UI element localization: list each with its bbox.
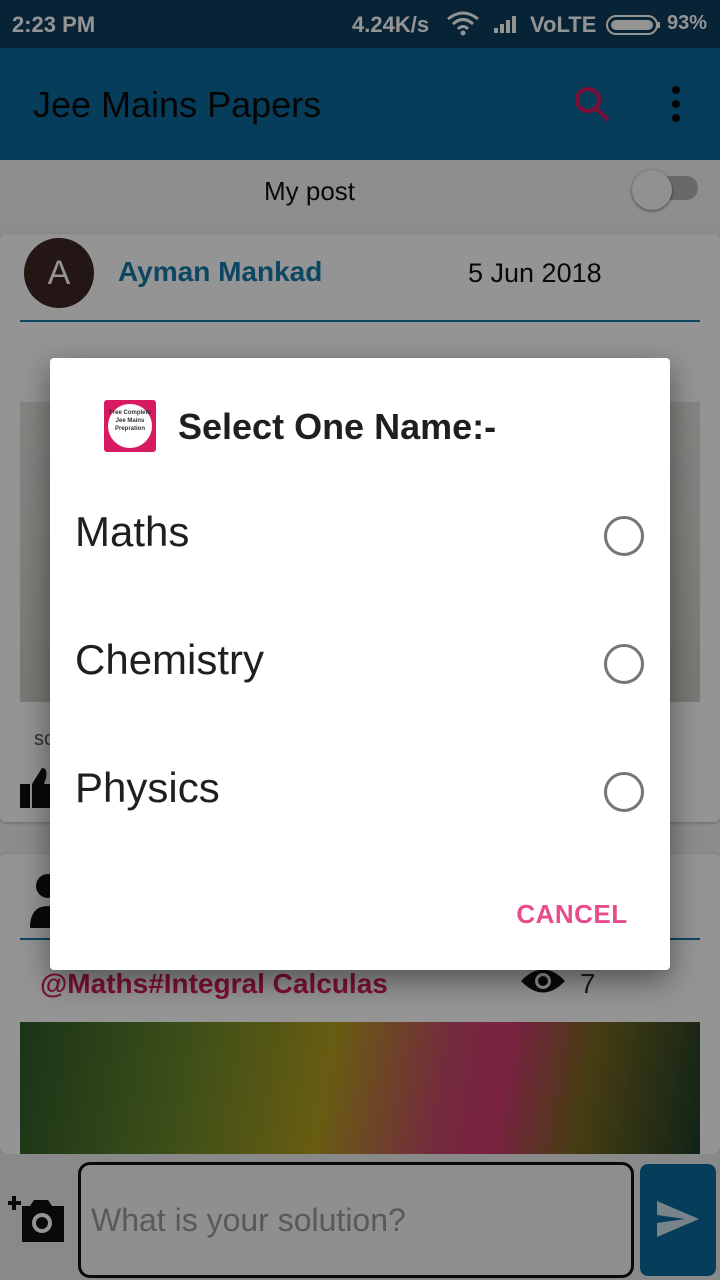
- radio-button[interactable]: [604, 516, 644, 556]
- radio-button[interactable]: [604, 644, 644, 684]
- option-label: Maths: [75, 508, 190, 555]
- app-logo-icon: Free Complete Jee Mains Prepration: [104, 400, 156, 452]
- app-logo-text: Free Complete Jee Mains Prepration: [108, 404, 152, 448]
- dialog-title: Select One Name:-: [178, 406, 497, 447]
- select-name-dialog: Free Complete Jee Mains Prepration Selec…: [50, 358, 670, 970]
- option-chemistry[interactable]: Chemistry: [50, 602, 670, 730]
- cancel-button[interactable]: CANCEL: [502, 888, 642, 940]
- option-maths[interactable]: Maths: [50, 474, 670, 602]
- screen: 2:23 PM 4.24K/s VoLTE 93% Jee Mains Pape…: [0, 0, 720, 1280]
- option-label: Physics: [75, 764, 220, 811]
- option-physics[interactable]: Physics: [50, 730, 670, 858]
- radio-button[interactable]: [604, 772, 644, 812]
- option-label: Chemistry: [75, 636, 265, 683]
